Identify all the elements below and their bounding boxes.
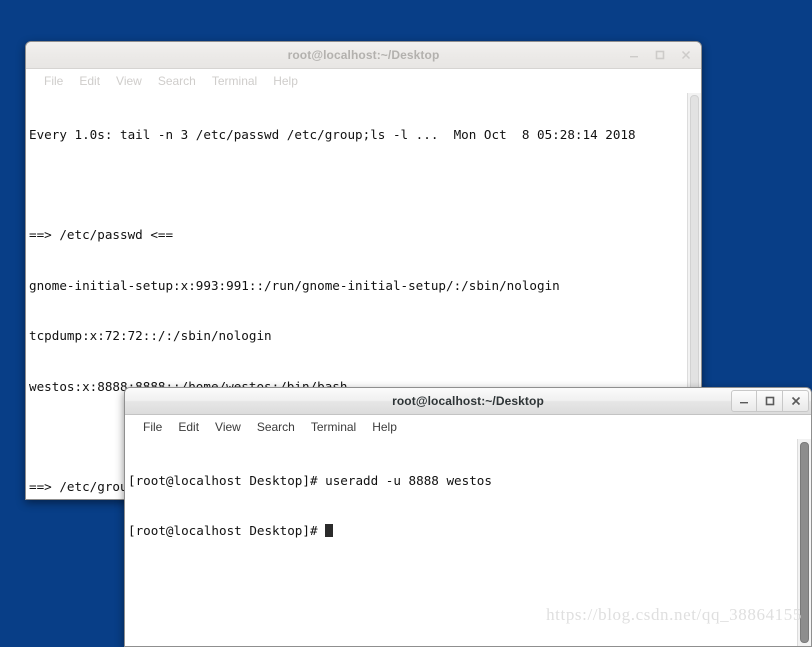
menubar-watch: File Edit View Search Terminal Help: [26, 69, 701, 93]
minimize-icon[interactable]: [731, 390, 757, 412]
scrollbar-shell[interactable]: [797, 439, 811, 646]
window-title-shell: root@localhost:~/Desktop: [392, 394, 544, 408]
menu-item-edit[interactable]: Edit: [71, 72, 108, 90]
scrollbar-thumb[interactable]: [800, 442, 809, 643]
menu-item-view[interactable]: View: [108, 72, 150, 90]
titlebar-shell[interactable]: root@localhost:~/Desktop: [125, 388, 811, 415]
minimize-icon[interactable]: [621, 44, 647, 66]
close-icon[interactable]: [783, 390, 809, 412]
terminal-area-shell: [root@localhost Desktop]# useradd -u 888…: [125, 439, 811, 646]
menu-item-help[interactable]: Help: [265, 72, 306, 90]
window-controls-shell: [731, 390, 809, 412]
desktop-background: root@localhost:~/Desktop File Edit View …: [0, 0, 812, 647]
terminal-line: Every 1.0s: tail -n 3 /etc/passwd /etc/g…: [29, 126, 636, 142]
terminal-line: ==> /etc/passwd <==: [29, 227, 174, 243]
terminal-line: tcpdump:x:72:72::/:/sbin/nologin: [29, 328, 272, 344]
terminal-line-prompt: [root@localhost Desktop]#: [128, 523, 797, 540]
terminal-line-command: [root@localhost Desktop]# useradd -u 888…: [128, 472, 492, 488]
terminal-cursor: [325, 523, 333, 537]
menu-item-terminal[interactable]: Terminal: [303, 418, 364, 436]
terminal-window-shell[interactable]: root@localhost:~/Desktop File Edit View …: [124, 387, 812, 647]
menu-item-view[interactable]: View: [207, 418, 249, 436]
maximize-icon[interactable]: [757, 390, 783, 412]
close-icon[interactable]: [673, 44, 699, 66]
menu-item-edit[interactable]: Edit: [170, 418, 207, 436]
menubar-shell: File Edit View Search Terminal Help: [125, 415, 811, 439]
menu-item-search[interactable]: Search: [249, 418, 303, 436]
menu-item-terminal[interactable]: Terminal: [204, 72, 265, 90]
prompt-text: [root@localhost Desktop]#: [128, 522, 326, 538]
terminal-line: gnome-initial-setup:x:993:991::/run/gnom…: [29, 277, 560, 293]
titlebar-watch[interactable]: root@localhost:~/Desktop: [26, 42, 701, 69]
terminal-output-shell[interactable]: [root@localhost Desktop]# useradd -u 888…: [125, 439, 797, 646]
window-controls-watch: [621, 44, 699, 66]
window-title-watch: root@localhost:~/Desktop: [287, 48, 440, 62]
menu-item-help[interactable]: Help: [364, 418, 405, 436]
maximize-icon[interactable]: [647, 44, 673, 66]
menu-item-file[interactable]: File: [36, 72, 71, 90]
menu-item-file[interactable]: File: [135, 418, 170, 436]
menu-item-search[interactable]: Search: [150, 72, 204, 90]
